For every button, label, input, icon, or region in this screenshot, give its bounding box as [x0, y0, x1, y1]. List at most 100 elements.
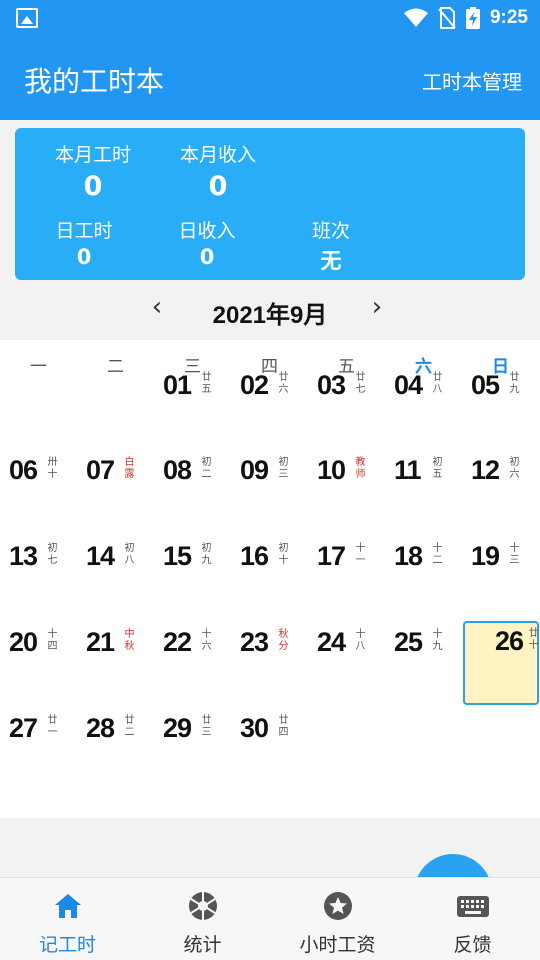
lunar-date-label: 廿十: [528, 628, 539, 651]
calendar-day[interactable]: 29 廿三: [154, 707, 231, 791]
lunar-date-label: 初六: [509, 457, 520, 480]
day-hours-value: 0: [76, 245, 92, 269]
day-number: 14: [86, 541, 115, 571]
summary-card: 本月工时 0 本月收入 0 日工时 0 日收入 0 班次 无: [15, 128, 525, 280]
calendar-day[interactable]: 30 廿四: [231, 707, 308, 791]
lunar-date-label: 十八: [355, 629, 366, 652]
lunar-date-label: 十二: [432, 543, 443, 566]
calendar-day[interactable]: 10 教师: [308, 449, 385, 533]
lunar-date-label: 廿二: [124, 715, 135, 738]
day-income-label: 日收入: [178, 220, 236, 242]
image-icon: [16, 8, 38, 28]
status-icons: 9:25: [403, 6, 528, 30]
tab-record-hours[interactable]: 记工时: [0, 878, 135, 960]
day-number: 17: [317, 541, 346, 571]
lunar-date-label: 廿三: [201, 715, 212, 738]
solar-term-label: 中秋: [124, 629, 135, 652]
home-icon: [55, 894, 81, 918]
lunar-date-label: 初五: [432, 457, 443, 480]
bottom-navigation: 记工时 统计 小时工资 反馈: [0, 877, 540, 960]
calendar-day[interactable]: 06 卅十: [0, 449, 77, 533]
lunar-date-label: 廿五: [201, 372, 212, 395]
day-number: 16: [240, 541, 269, 571]
lunar-date-label: 廿一: [47, 715, 58, 738]
calendar-day[interactable]: 24 十八: [308, 621, 385, 705]
day-number: 07: [86, 455, 115, 485]
calendar-day-selected[interactable]: 26 廿十: [463, 621, 539, 705]
day-number: 25: [394, 627, 423, 657]
month-income-stat: 本月收入 0: [168, 140, 268, 202]
calendar-grid: 一二三四五六日 01 廿五 02 廿六 03 廿七 04 廿八 05 廿九 06 卅十 07 白露 08 初二 0…: [0, 340, 540, 818]
day-number: 20: [9, 627, 38, 657]
lunar-date-label: 十六: [201, 629, 212, 652]
next-month-button[interactable]: ›: [362, 292, 392, 322]
day-number: 08: [163, 455, 192, 485]
shift-stat: 班次 无: [291, 216, 371, 275]
calendar-day[interactable]: 09 初三: [231, 449, 308, 533]
calendar-day[interactable]: 02 廿六: [231, 364, 308, 448]
day-number: 21: [86, 627, 115, 657]
calendar-day[interactable]: 16 初十: [231, 535, 308, 619]
wifi-icon: [403, 8, 428, 27]
tab-label: 小时工资: [299, 934, 376, 956]
calendar-day[interactable]: 22 十六: [154, 621, 231, 705]
lunar-date-label: 初九: [201, 543, 212, 566]
day-number: 15: [163, 541, 192, 571]
calendar-day[interactable]: 23 秋分: [231, 621, 308, 705]
day-number: 01: [163, 370, 192, 400]
calendar-day[interactable]: 20 十四: [0, 621, 77, 705]
day-number: 24: [317, 627, 346, 657]
calendar-day[interactable]: 28 廿二: [77, 707, 154, 791]
calendar-day[interactable]: 15 初九: [154, 535, 231, 619]
day-hours-label: 日工时: [55, 220, 113, 242]
weekday-header: 二: [107, 357, 124, 377]
manage-workbook-button[interactable]: 工时本管理: [422, 66, 522, 95]
calendar-day[interactable]: 07 白露: [77, 449, 154, 533]
calendar-day[interactable]: 17 十一: [308, 535, 385, 619]
tab-hourly-wage[interactable]: 小时工资: [270, 878, 405, 960]
month-income-value: 0: [208, 171, 228, 202]
tab-feedback[interactable]: 反馈: [405, 878, 540, 960]
lunar-date-label: 廿七: [355, 372, 366, 395]
day-number: 26: [495, 626, 524, 656]
calendar-day[interactable]: 27 廿一: [0, 707, 77, 791]
aperture-icon: [189, 892, 217, 920]
month-income-label: 本月收入: [179, 144, 256, 166]
month-hours-value: 0: [83, 171, 103, 202]
day-number: 05: [471, 370, 500, 400]
day-number: 11: [394, 455, 422, 485]
day-number: 28: [86, 713, 115, 743]
day-number: 02: [240, 370, 269, 400]
lunar-date-label: 廿六: [278, 372, 289, 395]
lunar-date-label: 廿八: [432, 372, 443, 395]
lunar-date-label: 十三: [509, 543, 520, 566]
calendar-day[interactable]: 21 中秋: [77, 621, 154, 705]
calendar-day[interactable]: 08 初二: [154, 449, 231, 533]
tab-statistics[interactable]: 统计: [135, 878, 270, 960]
calendar-day[interactable]: 14 初八: [77, 535, 154, 619]
day-number: 06: [9, 455, 38, 485]
day-number: 29: [163, 713, 192, 743]
lunar-date-label: 十九: [432, 629, 443, 652]
weekday-header: 一: [30, 357, 47, 377]
lunar-date-label: 廿九: [509, 372, 520, 395]
calendar-day[interactable]: 13 初七: [0, 535, 77, 619]
calendar-day[interactable]: 25 十九: [385, 621, 462, 705]
day-number: 03: [317, 370, 346, 400]
calendar-day[interactable]: 19 十三: [462, 535, 539, 619]
day-number: 30: [240, 713, 269, 743]
keyboard-icon: [457, 896, 489, 917]
tab-label: 记工时: [38, 934, 96, 956]
calendar-day[interactable]: 03 廿七: [308, 364, 385, 448]
day-number: 13: [9, 541, 38, 571]
no-sim-icon: [438, 7, 456, 29]
lunar-date-label: 初二: [201, 457, 212, 480]
calendar-day[interactable]: 01 廿五: [154, 364, 231, 448]
calendar-day[interactable]: 04 廿八: [385, 364, 462, 448]
solar-term-label: 白露: [124, 457, 135, 480]
calendar-day[interactable]: 18 十二: [385, 535, 462, 619]
calendar-day[interactable]: 05 廿九: [462, 364, 539, 448]
calendar-day[interactable]: 12 初六: [462, 449, 539, 533]
page-title: 我的工时本: [24, 65, 165, 98]
calendar-day[interactable]: 11 初五: [385, 449, 462, 533]
